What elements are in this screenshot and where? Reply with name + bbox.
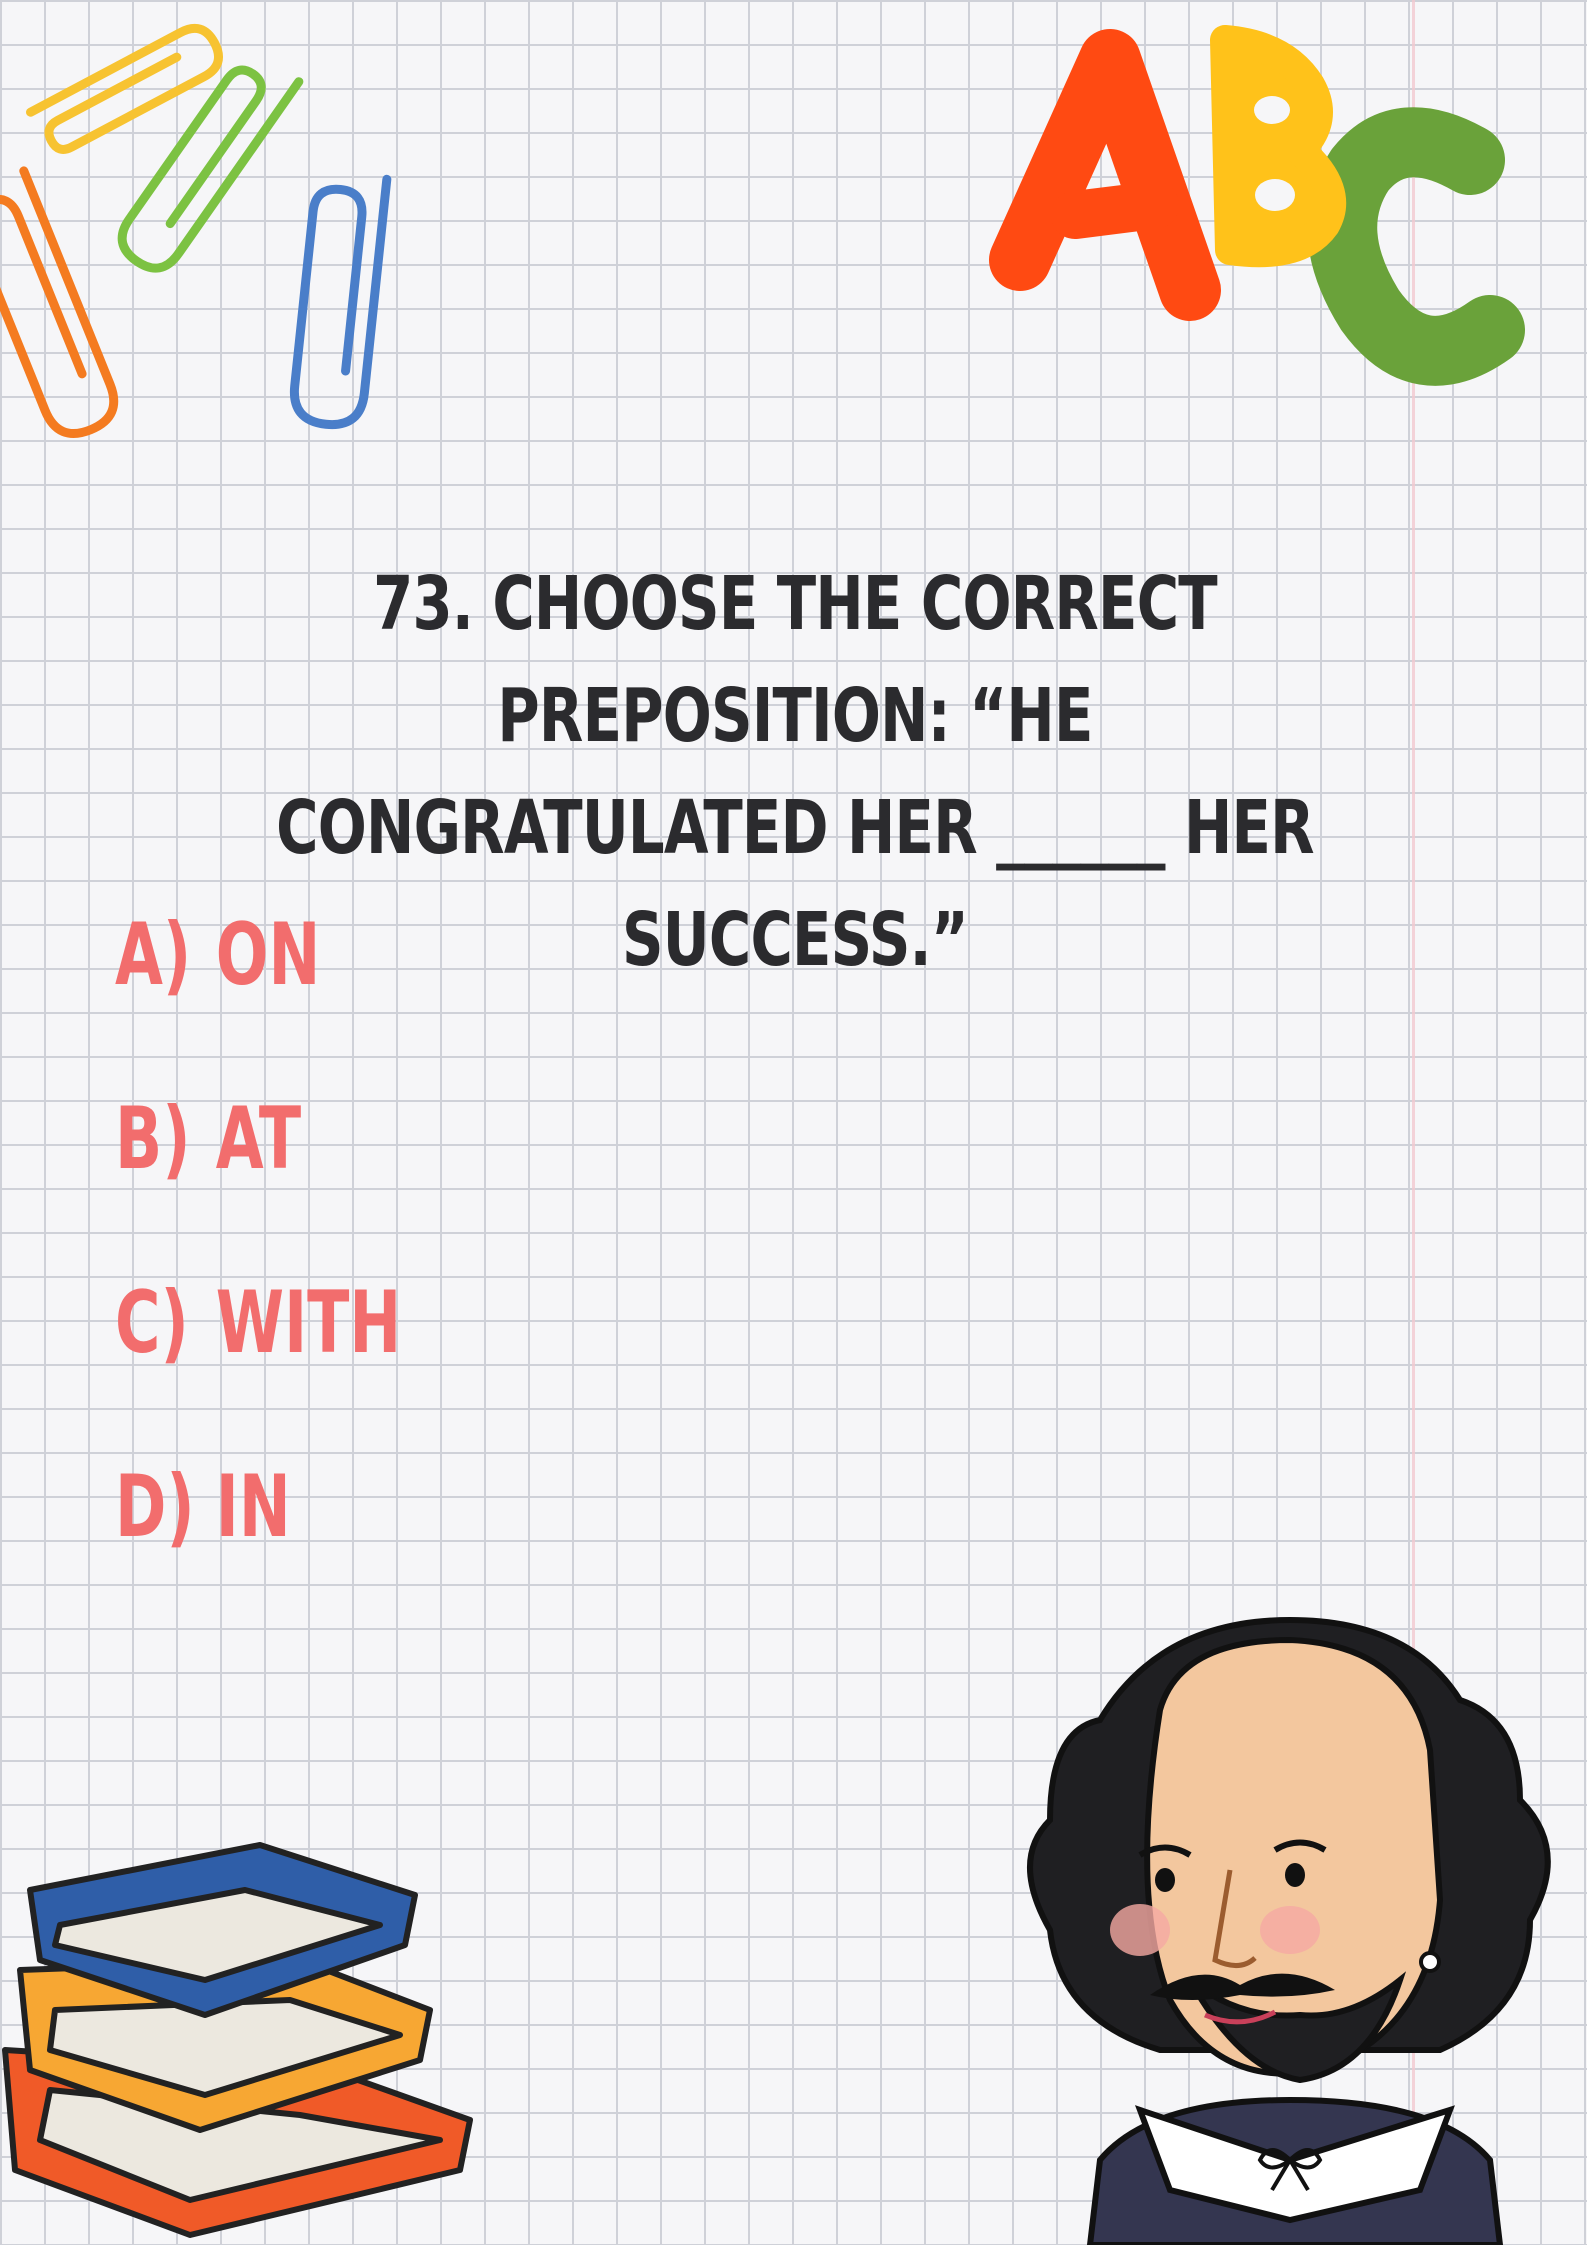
- option-c[interactable]: C) WITH: [115, 1273, 401, 1457]
- option-d-letter: D): [115, 1457, 195, 1557]
- question-line-2: CONGRATULATED HER ______ HER: [276, 785, 1314, 871]
- paperclip-yellow-icon: [26, 23, 223, 154]
- option-d[interactable]: D) IN: [115, 1457, 401, 1641]
- answer-options: A) ON B) AT C) WITH D) IN: [115, 905, 513, 1641]
- letter-c-shape: [1307, 107, 1525, 386]
- option-a[interactable]: A) ON: [115, 905, 401, 1089]
- books-stack-icon: [2, 1842, 473, 2238]
- question-line-1: 73. CHOOSE THE CORRECT PREPOSITION: “HE: [373, 561, 1218, 759]
- option-b-text: AT: [215, 1089, 302, 1189]
- face-shape: [1144, 1636, 1444, 2077]
- paperclip-orange-icon: [0, 166, 119, 438]
- paperclip-blue-icon: [289, 174, 392, 430]
- option-c-text: WITH: [215, 1273, 402, 1373]
- shakespeare-portrait-icon: [1027, 1616, 1551, 2245]
- option-b[interactable]: B) AT: [115, 1089, 401, 1273]
- letter-b-shape: [1210, 25, 1347, 268]
- letter-a-shape: [989, 29, 1221, 321]
- abc-letters-icon: [989, 25, 1525, 386]
- option-d-text: IN: [215, 1457, 291, 1557]
- option-a-text: ON: [215, 905, 321, 1005]
- option-c-letter: C): [115, 1273, 189, 1373]
- paperclip-green-icon: [117, 65, 304, 273]
- option-a-letter: A): [115, 905, 192, 1005]
- option-b-letter: B): [115, 1089, 191, 1189]
- paperclips-icon: [0, 23, 392, 438]
